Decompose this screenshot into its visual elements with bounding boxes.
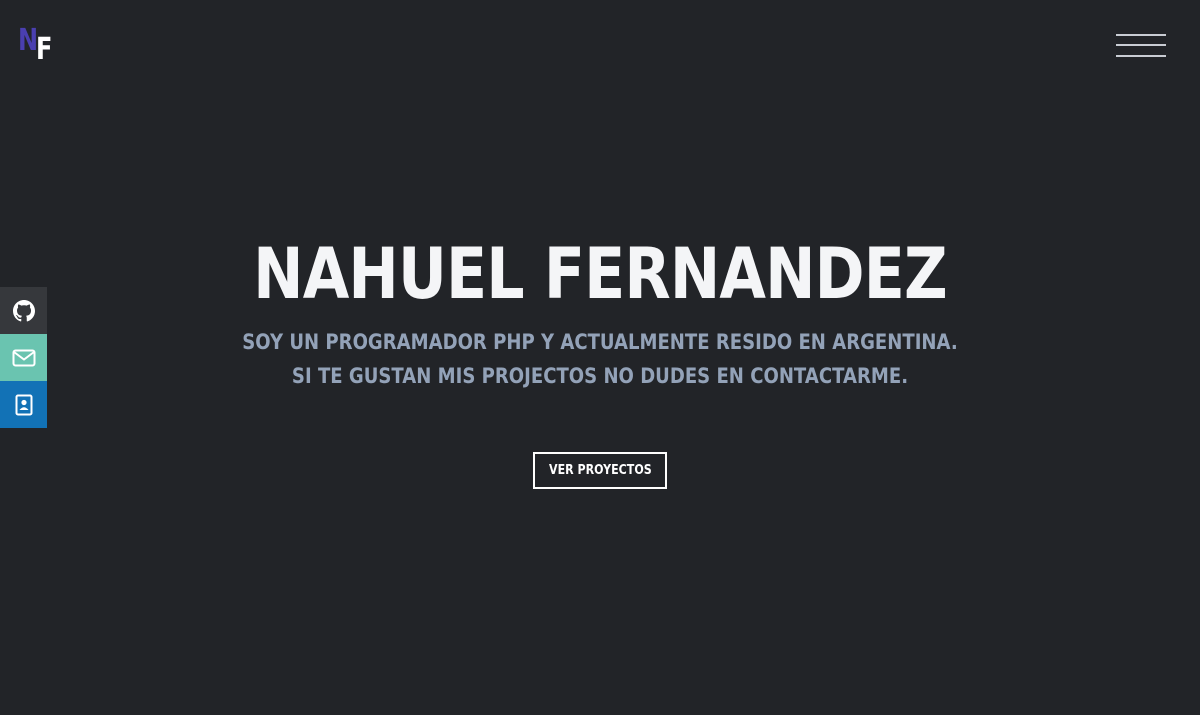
github-icon xyxy=(12,299,35,321)
view-projects-label: VER PROYECTOS xyxy=(548,463,652,478)
contact-card-icon xyxy=(15,394,32,415)
logo-letter-f: F xyxy=(36,32,53,67)
hero-subtitle-line-1: SOY UN PROGRAMADOR PHP Y ACTUALMENTE RES… xyxy=(242,330,958,354)
social-sidebar xyxy=(0,287,47,428)
hamburger-line xyxy=(1116,55,1166,57)
hamburger-menu-icon[interactable] xyxy=(1116,34,1166,60)
page: N F NAHUEL FERNANDEZ SOY UN PROGRAMADOR … xyxy=(0,0,1200,715)
hamburger-line xyxy=(1116,44,1166,46)
github-link[interactable] xyxy=(0,287,47,334)
mail-link[interactable] xyxy=(0,334,47,381)
site-logo[interactable]: N F xyxy=(18,26,58,68)
contact-link[interactable] xyxy=(0,381,47,428)
hero-subtitle-line-2: SI TE GUSTAN MIS PROJECTOS NO DUDES EN C… xyxy=(291,364,909,388)
hamburger-line xyxy=(1116,34,1166,36)
view-projects-button[interactable]: VER PROYECTOS xyxy=(533,452,667,489)
hero-title: NAHUEL FERNANDEZ xyxy=(253,233,947,315)
envelope-icon xyxy=(12,349,35,366)
